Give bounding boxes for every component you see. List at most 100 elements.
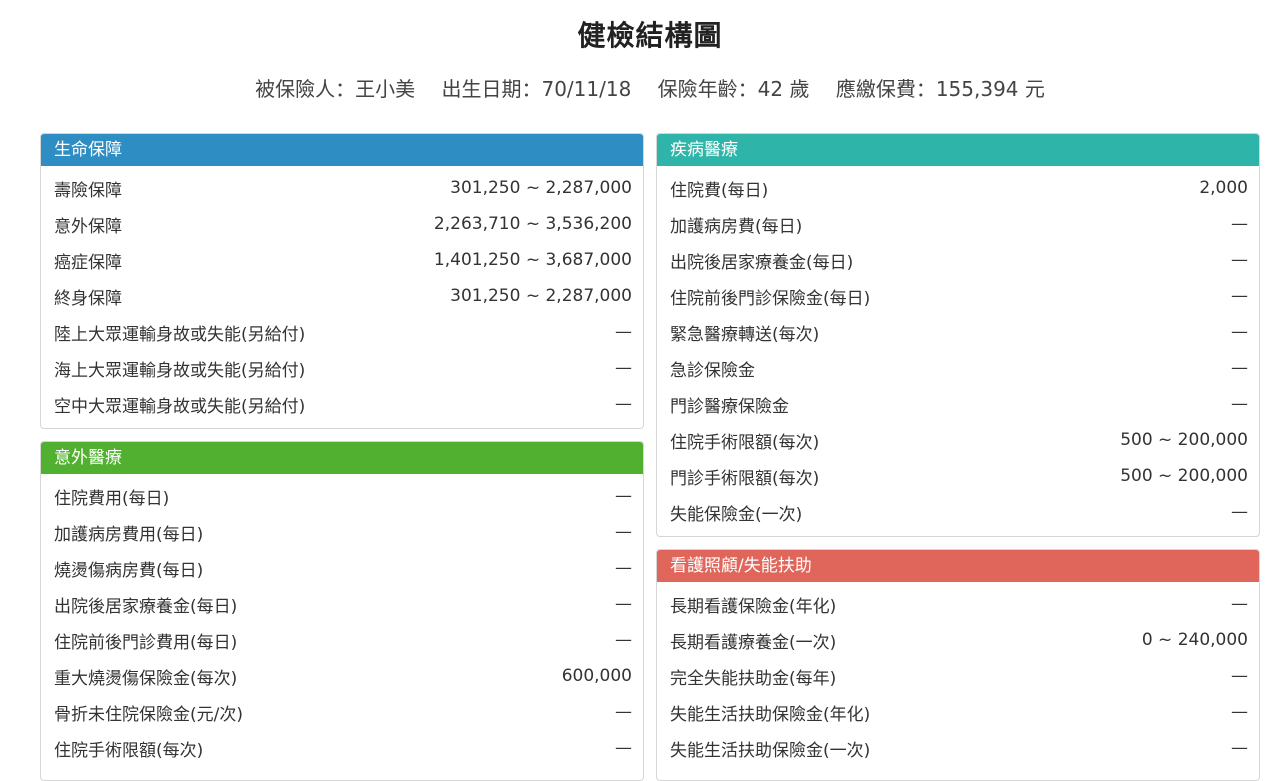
benefit-label: 住院手術限額(每次): [670, 432, 820, 453]
rows-life: 壽險保障 301,250 ~ 2,287,000 意外保障 2,263,710 ~ 3…: [41, 166, 643, 422]
benefit-row: 長期看護療養金(一次) 0 ~ 240,000: [657, 622, 1259, 658]
benefit-row: 失能生活扶助保險金(年化) —: [657, 694, 1259, 730]
benefit-row: 燒燙傷病房費(每日) —: [41, 550, 643, 586]
rows-disease: 住院費(每日) 2,000 加護病房費(每日) — 出院後居家療養金(每日) — 住院前後門…: [657, 166, 1259, 530]
benefit-value: 301,250 ~ 2,287,000: [450, 178, 632, 198]
benefit-label: 門診手術限額(每次): [670, 468, 820, 489]
benefit-label: 空中大眾運輸身故或失能(另給付): [54, 396, 306, 417]
benefit-label: 意外保障: [54, 216, 122, 237]
benefit-row: 住院前後門診保險金(每日) —: [657, 278, 1259, 314]
benefit-row: 緊急醫療轉送(每次) —: [657, 314, 1259, 350]
benefit-row: 出院後居家療養金(每日) —: [41, 586, 643, 622]
benefit-value: —: [615, 394, 632, 414]
benefit-value: 2,000: [1199, 178, 1248, 198]
benefit-value: —: [1231, 502, 1248, 522]
benefit-row: 急診保險金 —: [657, 350, 1259, 386]
benefit-label: 終身保障: [54, 288, 122, 309]
benefit-row: 住院前後門診費用(每日) —: [41, 622, 643, 658]
benefit-label: 完全失能扶助金(每年): [670, 668, 837, 689]
benefit-row: 加護病房費(每日) —: [657, 206, 1259, 242]
benefit-label: 海上大眾運輸身故或失能(另給付): [54, 360, 306, 381]
benefit-row: 壽險保障 301,250 ~ 2,287,000: [41, 170, 643, 206]
benefit-value: —: [1231, 738, 1248, 758]
benefit-label: 失能生活扶助保險金(一次): [670, 740, 871, 761]
benefit-value: —: [615, 486, 632, 506]
rows-care: 長期看護保險金(年化) — 長期看護療養金(一次) 0 ~ 240,000 完全失能扶助…: [657, 582, 1259, 766]
benefit-row: 門診手術限額(每次) 500 ~ 200,000: [657, 458, 1259, 494]
benefit-label: 重大燒燙傷保險金(每次): [54, 668, 238, 689]
panel-header-accident: 意外醫療: [41, 442, 643, 474]
benefit-row: 空中大眾運輸身故或失能(另給付) —: [41, 386, 643, 422]
benefit-value: —: [1231, 250, 1248, 270]
benefit-label: 加護病房費(每日): [670, 216, 803, 237]
benefit-value: —: [1231, 322, 1248, 342]
birth-date: 出生日期：70/11/18: [441, 77, 632, 101]
benefit-row: 加護病房費用(每日) —: [41, 514, 643, 550]
insured-age: 保險年齡：42 歲: [657, 77, 810, 101]
benefit-row: 重大燒燙傷保險金(每次) 600,000: [41, 658, 643, 694]
benefit-value: —: [1231, 394, 1248, 414]
benefit-row: 住院手術限額(每次) —: [41, 730, 643, 766]
panel-header-life: 生命保障: [41, 134, 643, 166]
benefit-value: —: [615, 594, 632, 614]
benefit-value: 1,401,250 ~ 3,687,000: [433, 250, 632, 270]
benefit-value: —: [615, 558, 632, 578]
benefit-label: 長期看護療養金(一次): [670, 632, 837, 653]
benefit-row: 住院費(每日) 2,000: [657, 170, 1259, 206]
panel-care-disability: 看護照顧/失能扶助 長期看護保險金(年化) — 長期看護療養金(一次) 0 ~ 240…: [656, 549, 1260, 781]
benefit-value: —: [1231, 286, 1248, 306]
benefit-row: 骨折未住院保險金(元/次) —: [41, 694, 643, 730]
benefit-label: 住院前後門診費用(每日): [54, 632, 238, 653]
benefit-label: 住院手術限額(每次): [54, 740, 204, 761]
benefit-value: —: [1231, 358, 1248, 378]
benefit-value: 2,263,710 ~ 3,536,200: [433, 214, 632, 234]
benefit-value: 301,250 ~ 2,287,000: [450, 286, 632, 306]
benefit-label: 住院前後門診保險金(每日): [670, 288, 871, 309]
benefit-row: 失能保險金(一次) —: [657, 494, 1259, 530]
benefit-label: 出院後居家療養金(每日): [54, 596, 238, 617]
benefit-value: —: [1231, 666, 1248, 686]
benefit-row: 失能生活扶助保險金(一次) —: [657, 730, 1259, 766]
benefit-label: 緊急醫療轉送(每次): [670, 324, 820, 345]
panel-life-protection: 生命保障 壽險保障 301,250 ~ 2,287,000 意外保障 2,263,71…: [40, 133, 644, 429]
benefit-label: 失能保險金(一次): [670, 504, 803, 525]
benefit-row: 長期看護保險金(年化) —: [657, 586, 1259, 622]
benefit-value: 0 ~ 240,000: [1141, 630, 1248, 650]
benefit-row: 終身保障 301,250 ~ 2,287,000: [41, 278, 643, 314]
premium-amount: 應繳保費：155,394 元: [835, 77, 1045, 101]
benefit-value: 500 ~ 200,000: [1120, 430, 1248, 450]
benefit-label: 骨折未住院保險金(元/次): [54, 704, 243, 725]
benefit-label: 住院費用(每日): [54, 488, 170, 509]
benefit-value: —: [615, 738, 632, 758]
benefit-value: —: [1231, 594, 1248, 614]
benefit-label: 加護病房費用(每日): [54, 524, 204, 545]
policy-info: 被保險人：王小美 出生日期：70/11/18 保險年齡：42 歲 應繳保費：15…: [0, 73, 1268, 102]
benefit-value: 500 ~ 200,000: [1120, 466, 1248, 486]
benefit-label: 急診保險金: [670, 360, 755, 381]
benefit-value: —: [1231, 702, 1248, 722]
benefit-label: 門診醫療保險金: [670, 396, 789, 417]
benefit-row: 門診醫療保險金 —: [657, 386, 1259, 422]
benefit-value: —: [615, 630, 632, 650]
benefit-row: 意外保障 2,263,710 ~ 3,536,200: [41, 206, 643, 242]
benefit-label: 陸上大眾運輸身故或失能(另給付): [54, 324, 306, 345]
benefit-row: 癌症保障 1,401,250 ~ 3,687,000: [41, 242, 643, 278]
page-title: 健檢結構圖: [577, 19, 723, 52]
benefit-label: 壽險保障: [54, 180, 122, 201]
benefit-value: —: [615, 522, 632, 542]
benefit-row: 出院後居家療養金(每日) —: [657, 242, 1259, 278]
benefit-row: 住院費用(每日) —: [41, 478, 643, 514]
benefit-row: 完全失能扶助金(每年) —: [657, 658, 1259, 694]
panel-accident-medical: 意外醫療 住院費用(每日) — 加護病房費用(每日) — 燒燙傷病房費(每日) — 出院後居…: [40, 441, 644, 781]
benefit-label: 燒燙傷病房費(每日): [54, 560, 204, 581]
panel-disease-medical: 疾病醫療 住院費(每日) 2,000 加護病房費(每日) — 出院後居家療養金(每日) —…: [656, 133, 1260, 537]
panel-header-disease: 疾病醫療: [657, 134, 1259, 166]
benefit-value: —: [1231, 214, 1248, 234]
benefit-row: 海上大眾運輸身故或失能(另給付) —: [41, 350, 643, 386]
panel-header-care: 看護照顧/失能扶助: [657, 550, 1259, 582]
benefit-label: 住院費(每日): [670, 180, 769, 201]
rows-accident: 住院費用(每日) — 加護病房費用(每日) — 燒燙傷病房費(每日) — 出院後居家療養金(…: [41, 474, 643, 766]
benefit-label: 長期看護保險金(年化): [670, 596, 837, 617]
benefit-value: —: [615, 322, 632, 342]
benefit-value: —: [615, 358, 632, 378]
